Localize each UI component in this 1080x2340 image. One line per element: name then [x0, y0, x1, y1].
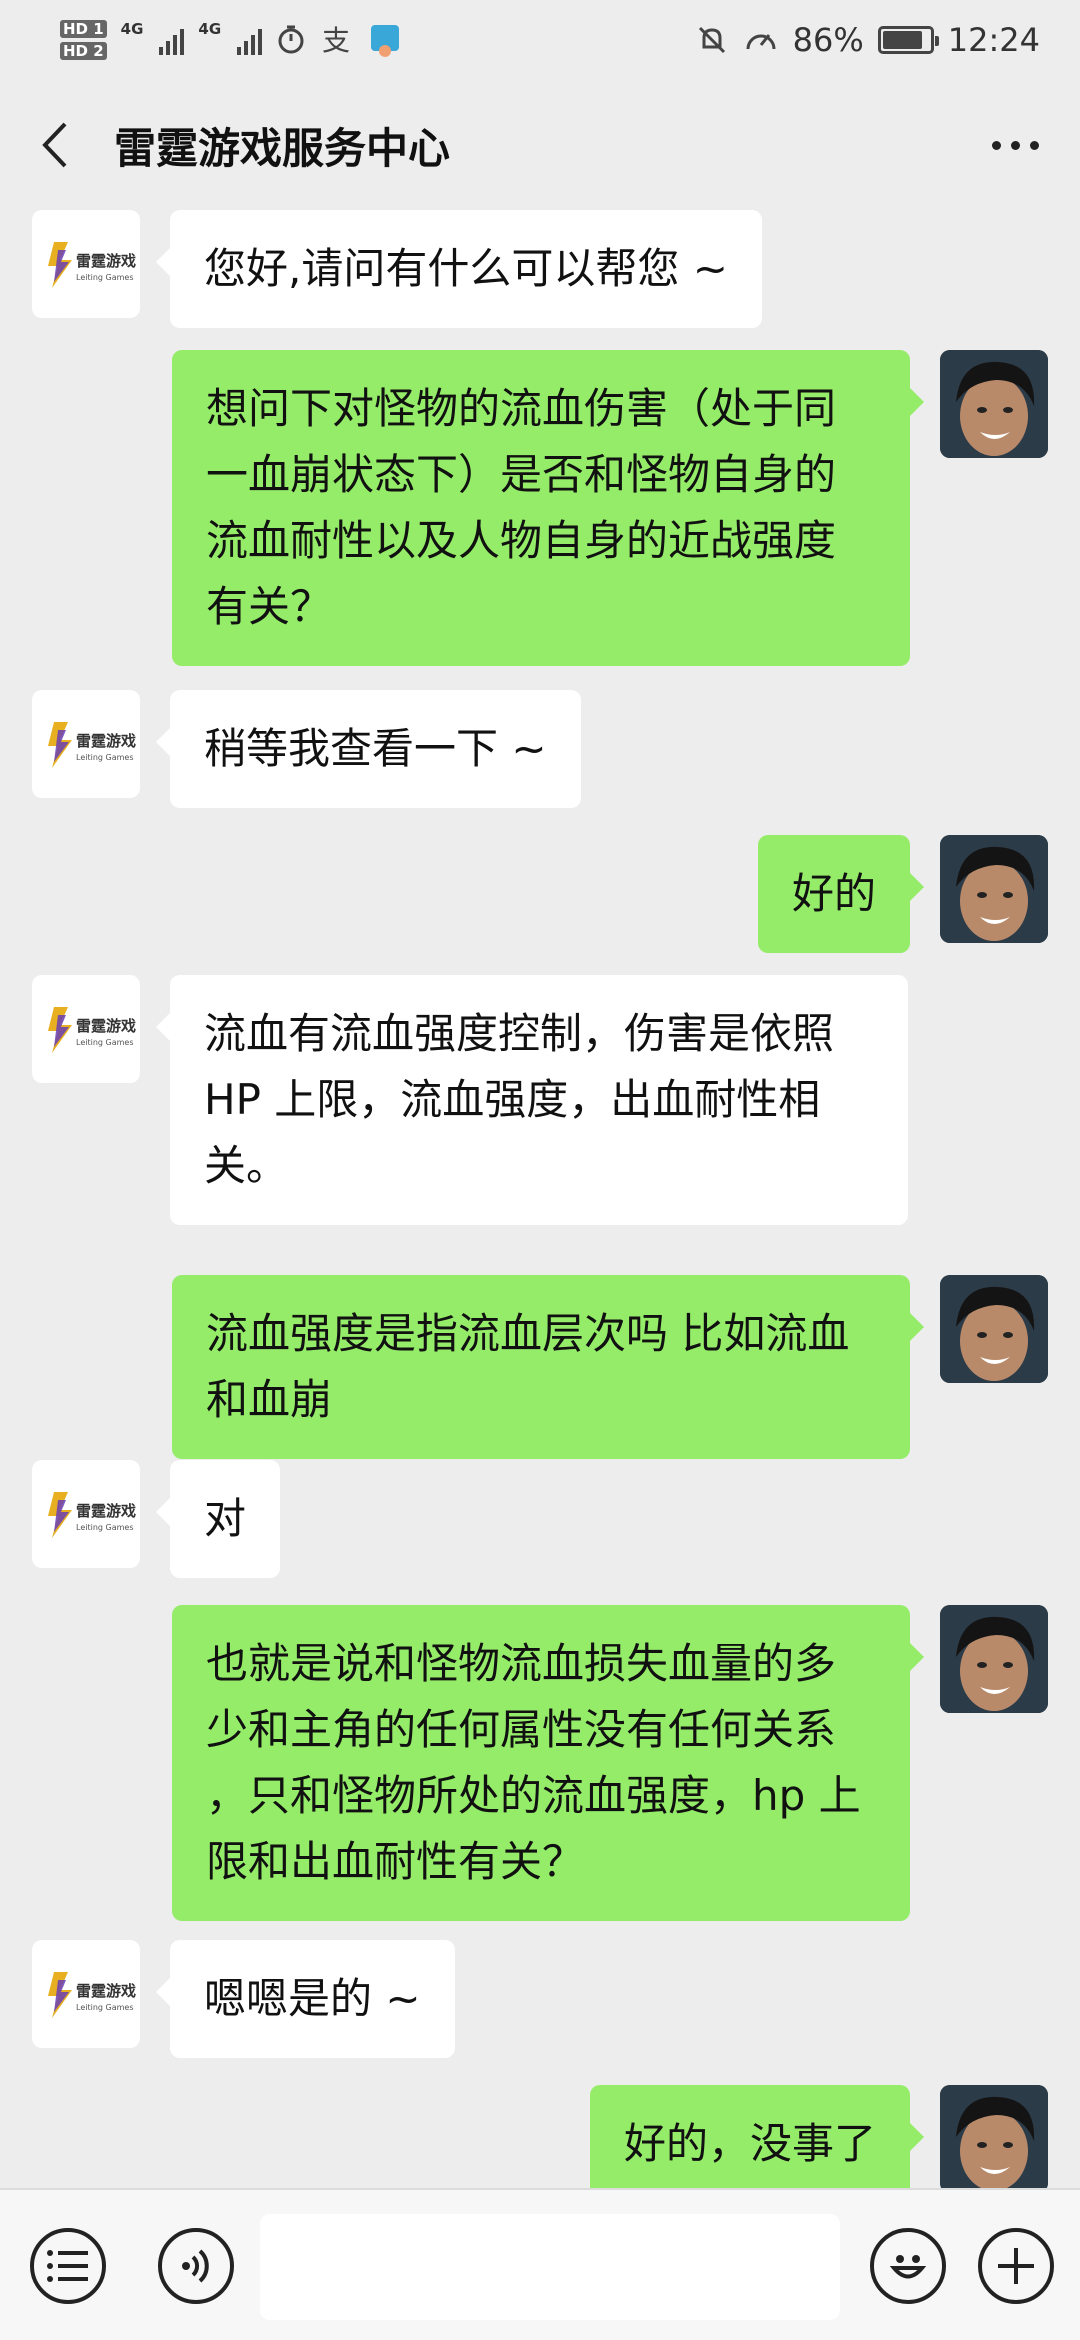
- more-dot-icon: [1029, 140, 1039, 150]
- message-bubble[interactable]: 想问下对怪物的流血伤害（处于同一血崩状态下）是否和怪物自身的流血耐性以及人物自身…: [172, 350, 924, 666]
- battery-percent: 86%: [792, 21, 864, 59]
- message-bubble[interactable]: 稍等我查看一下 ~: [156, 690, 581, 808]
- message-bubble[interactable]: 流血有流血强度控制，伤害是依照 HP 上限，流血强度，出血耐性相关。: [156, 975, 908, 1225]
- voice-icon: [182, 2249, 209, 2283]
- plus-button[interactable]: [978, 2228, 1054, 2304]
- battery-icon: [877, 26, 939, 54]
- svg-text:支: 支: [322, 24, 350, 57]
- status-left: HD 1 HD 2 4G 4G 支: [60, 20, 402, 60]
- more-options-button[interactable]: [980, 110, 1050, 180]
- hd-indicators: HD 1 HD 2: [60, 20, 107, 60]
- back-button[interactable]: [30, 110, 80, 180]
- battery-fill: [882, 31, 923, 49]
- more-dot-icon: [1010, 140, 1020, 150]
- leiting-logo-icon: 雷霆游戏 Leiting Games: [48, 1007, 136, 1053]
- svg-text:雷霆游戏: 雷霆游戏: [76, 1017, 136, 1035]
- service-avatar[interactable]: 雷霆游戏 Leiting Games: [32, 1940, 140, 2048]
- message-bubble[interactable]: 您好,请问有什么可以帮您 ~: [156, 210, 762, 328]
- message-bubble[interactable]: 好的: [757, 835, 925, 953]
- status-right: 86% 12:24: [695, 21, 1040, 59]
- svg-text:Leiting Games: Leiting Games: [76, 2003, 134, 2012]
- app-notification-icon: [371, 25, 400, 57]
- hd1-badge: HD 1: [60, 20, 107, 38]
- svg-text:雷霆游戏: 雷霆游戏: [76, 1502, 136, 1520]
- service-avatar[interactable]: 雷霆游戏 Leiting Games: [32, 975, 140, 1083]
- message-bubble[interactable]: 对: [155, 1460, 281, 1578]
- emoji-icon: [889, 2255, 927, 2279]
- user-photo-icon: [940, 1275, 1048, 1383]
- emoji-button[interactable]: [870, 2228, 946, 2304]
- user-photo-icon: [940, 835, 1048, 943]
- user-photo-icon: [940, 1605, 1048, 1713]
- message-bubble[interactable]: 嗯嗯是的 ~: [156, 1940, 455, 2058]
- user-avatar[interactable]: [940, 2085, 1048, 2188]
- message-list[interactable]: 雷霆游戏 Leiting Games 您好,请问有什么可以帮您 ~ 想问下对怪物的流血…: [0, 210, 1080, 2188]
- leiting-logo-icon: 雷霆游戏 Leiting Games: [48, 1972, 136, 2018]
- user-avatar[interactable]: [940, 1275, 1048, 1383]
- plus-icon: [998, 2248, 1034, 2284]
- service-avatar[interactable]: 雷霆游戏 Leiting Games: [32, 690, 140, 798]
- leiting-logo-icon: 雷霆游戏 Leiting Games: [48, 1492, 136, 1538]
- menu-button[interactable]: [30, 2228, 106, 2304]
- svg-text:雷霆游戏: 雷霆游戏: [76, 732, 136, 750]
- service-avatar[interactable]: 雷霆游戏 Leiting Games: [32, 1460, 140, 1568]
- svg-text:Leiting Games: Leiting Games: [76, 1523, 134, 1532]
- user-photo-icon: [940, 350, 1048, 458]
- list-menu-icon: [47, 2250, 88, 2282]
- network-type-2: 4G: [198, 20, 222, 38]
- network-type-1: 4G: [120, 20, 144, 38]
- message-bubble[interactable]: 流血强度是指流血层次吗 比如流血和血崩: [172, 1275, 924, 1459]
- svg-text:Leiting Games: Leiting Games: [76, 753, 134, 762]
- signal-icon-2: [237, 25, 263, 55]
- more-dot-icon: [991, 140, 1001, 150]
- chat-header: 雷霆游戏服务中心: [0, 80, 1080, 210]
- voice-button[interactable]: [158, 2228, 234, 2304]
- alipay-icon: 支: [322, 24, 350, 57]
- message-input[interactable]: [260, 2214, 840, 2320]
- status-bar: HD 1 HD 2 4G 4G 支 86% 12:24: [0, 0, 1080, 80]
- message-bubble[interactable]: 好的，没事了: [589, 2085, 925, 2188]
- chevron-left-icon: [42, 122, 67, 168]
- mute-icon: [698, 26, 725, 54]
- leiting-logo-icon: 雷霆游戏 Leiting Games: [48, 242, 136, 288]
- user-avatar[interactable]: [940, 835, 1048, 943]
- timer-icon: [278, 25, 304, 54]
- clock: 12:24: [947, 21, 1040, 59]
- speed-icon: [746, 34, 776, 50]
- input-bar: [0, 2188, 1080, 2340]
- svg-text:Leiting Games: Leiting Games: [76, 273, 134, 282]
- svg-text:Leiting Games: Leiting Games: [76, 1038, 134, 1047]
- user-avatar[interactable]: [940, 1605, 1048, 1713]
- message-bubble[interactable]: 也就是说和怪物流血损失血量的多少和主角的任何属性没有任何关系 ，只和怪物所处的流…: [172, 1605, 924, 1921]
- chat-title: 雷霆游戏服务中心: [114, 123, 451, 173]
- user-avatar[interactable]: [940, 350, 1048, 458]
- svg-text:雷霆游戏: 雷霆游戏: [76, 1982, 136, 2000]
- hd2-badge: HD 2: [60, 42, 107, 60]
- svg-text:雷霆游戏: 雷霆游戏: [76, 252, 136, 270]
- leiting-logo-icon: 雷霆游戏 Leiting Games: [48, 722, 136, 768]
- user-photo-icon: [940, 2085, 1048, 2188]
- signal-icon: [159, 25, 185, 55]
- service-avatar[interactable]: 雷霆游戏 Leiting Games: [32, 210, 140, 318]
